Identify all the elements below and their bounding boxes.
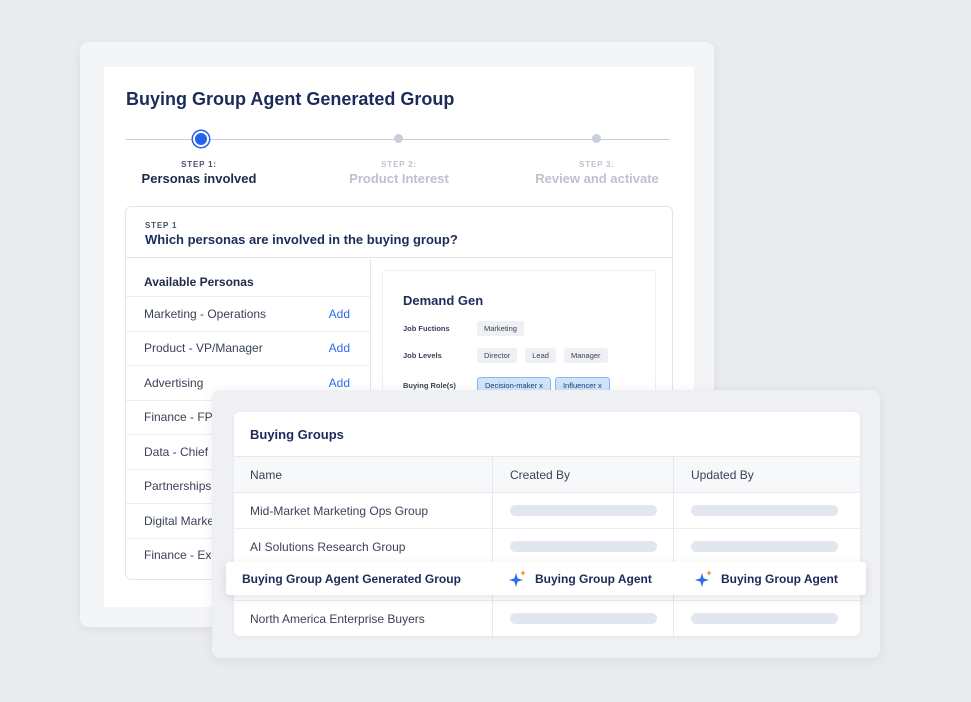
persona-name: Advertising xyxy=(144,375,204,390)
sparkle-icon xyxy=(695,569,712,587)
sparkle-icon xyxy=(509,569,526,587)
loading-placeholder xyxy=(691,505,838,516)
group-name: North America Enterprise Buyers xyxy=(250,611,425,626)
question-step: STEP 1 xyxy=(145,221,178,230)
created-by-cell xyxy=(492,493,673,528)
column-name-header[interactable]: Name xyxy=(234,457,492,492)
step-1-title: Personas involved xyxy=(141,171,257,186)
panel-title: Buying Group Agent Generated Group xyxy=(126,89,455,109)
loading-placeholder xyxy=(691,613,838,624)
question-header: STEP 1 Which personas are involved in th… xyxy=(126,207,672,258)
column-updated-by-header[interactable]: Updated By xyxy=(673,457,860,492)
question-text: Which personas are involved in the buyin… xyxy=(145,232,458,247)
step-3-label[interactable]: STEP 3: Review and activate xyxy=(517,160,677,186)
step-2-title: Product Interest xyxy=(349,171,449,186)
persona-name: Marketing - Operations xyxy=(144,306,267,321)
available-personas-heading: Available Personas xyxy=(144,275,254,289)
highlighted-table-row[interactable]: Buying Group Agent Generated Group Buyin… xyxy=(226,562,866,595)
step-3-title: Review and activate xyxy=(535,171,659,186)
persona-name: Product - VP/Manager xyxy=(144,341,263,356)
step-3-number: STEP 3: xyxy=(579,160,615,169)
persona-row: Product - VP/Manager Add xyxy=(126,330,370,366)
updated-by-name: Buying Group Agent xyxy=(721,571,838,586)
updated-by-cell xyxy=(673,601,860,636)
loading-placeholder xyxy=(510,613,657,624)
updated-by-cell xyxy=(673,493,860,528)
step-3-dot[interactable] xyxy=(592,134,601,143)
job-function-chip[interactable]: Marketing xyxy=(477,321,524,336)
add-persona-button[interactable]: Add xyxy=(329,376,350,390)
created-by-cell xyxy=(492,529,673,564)
buying-roles-label: Buying Role(s) xyxy=(403,381,456,390)
step-2-dot[interactable] xyxy=(394,134,403,143)
updated-by-cell xyxy=(673,529,860,564)
table-row[interactable]: AI Solutions Research Group xyxy=(234,529,860,565)
job-functions-row: Job Fuctions Marketing xyxy=(403,321,532,336)
buying-groups-panel: Buying Groups Name Created By Updated By… xyxy=(234,412,860,636)
table-row[interactable]: Mid-Market Marketing Ops Group xyxy=(234,493,860,529)
job-level-chip[interactable]: Lead xyxy=(525,348,556,363)
job-level-chip[interactable]: Manager xyxy=(563,348,608,363)
step-2-number: STEP 2: xyxy=(381,160,417,169)
created-by-cell xyxy=(492,601,673,636)
buying-groups-title: Buying Groups xyxy=(250,427,344,442)
created-by-cell: Buying Group Agent xyxy=(492,569,678,589)
job-functions-label: Job Fuctions xyxy=(403,324,450,333)
table-header: Name Created By Updated By xyxy=(234,456,860,493)
step-1-label[interactable]: STEP 1: Personas involved xyxy=(119,160,279,186)
table-row[interactable]: North America Enterprise Buyers xyxy=(234,601,860,636)
step-1-number: STEP 1: xyxy=(181,160,217,169)
persona-row: Marketing - Operations Add xyxy=(126,296,370,331)
loading-placeholder xyxy=(691,541,838,552)
loading-placeholder xyxy=(510,505,657,516)
add-persona-button[interactable]: Add xyxy=(329,307,350,321)
job-levels-row: Job Levels Director Lead Manager xyxy=(403,348,616,363)
job-levels-label: Job Levels xyxy=(403,351,442,360)
step-1-dot[interactable] xyxy=(193,131,209,147)
job-level-chip[interactable]: Director xyxy=(477,348,518,363)
add-persona-button[interactable]: Add xyxy=(329,341,350,355)
group-name: AI Solutions Research Group xyxy=(250,539,406,554)
demand-gen-title: Demand Gen xyxy=(403,293,484,308)
loading-placeholder xyxy=(510,541,657,552)
created-by-name: Buying Group Agent xyxy=(535,571,652,586)
group-name: Buying Group Agent Generated Group xyxy=(242,571,461,586)
group-name: Mid-Market Marketing Ops Group xyxy=(250,503,429,518)
step-2-label[interactable]: STEP 2: Product Interest xyxy=(319,160,479,186)
column-created-by-header[interactable]: Created By xyxy=(492,457,673,492)
updated-by-cell: Buying Group Agent xyxy=(678,569,866,589)
